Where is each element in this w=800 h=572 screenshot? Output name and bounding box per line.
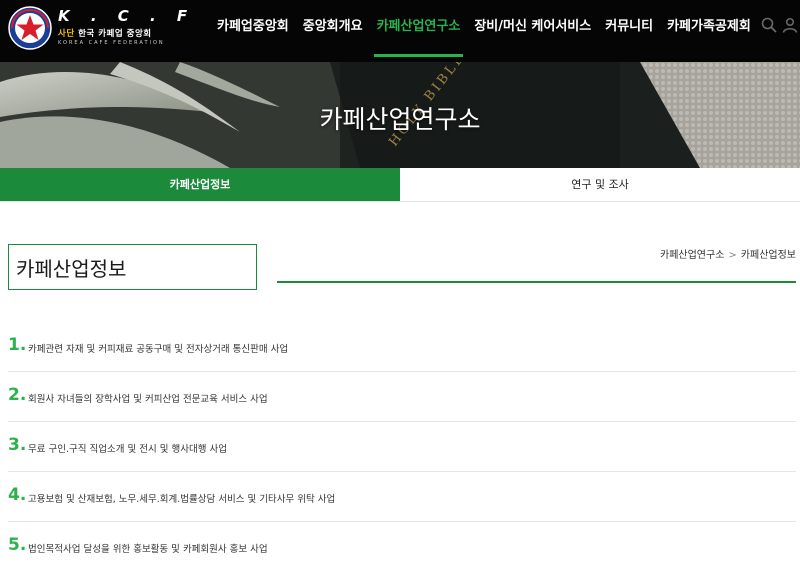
- hero-banner: HOLY BIBLE 카페산업연구소: [0, 62, 800, 168]
- breadcrumb-item-current: 카페산업정보: [740, 250, 796, 261]
- page-title: 카페산업연구소: [319, 105, 481, 134]
- brand-korean-prefix: 사단: [58, 29, 75, 39]
- list-item: 4. 고용보험 및 산재보험, 노무.세무.회계.법률상담 서비스 및 기타사무…: [8, 472, 796, 522]
- breadcrumb-separator: >: [728, 250, 737, 261]
- list-item-text: 무료 구인.구직 직업소개 및 전시 및 행사대행 사업: [28, 444, 227, 455]
- list-item-number: 5.: [8, 535, 27, 555]
- tab-research-and-survey[interactable]: 연구 및 조사: [400, 168, 800, 201]
- section-divider-line: [277, 281, 796, 283]
- nav-item-machine-care-service[interactable]: 장비/머신 케어서비스: [467, 0, 598, 62]
- tab-cafe-industry-info[interactable]: 카페산업정보: [0, 168, 400, 201]
- nav-item-cafe-industry-institute[interactable]: 카페산업연구소: [370, 0, 468, 62]
- brand-acronym: K . C . F: [58, 7, 196, 25]
- business-items-list: 1. 카페관련 자재 및 커피재료 공동구매 및 전자상거래 통신판매 사업 2…: [8, 322, 796, 572]
- list-item-number: 2.: [8, 385, 27, 405]
- list-item-text: 카페관련 자재 및 커피재료 공동구매 및 전자상거래 통신판매 사업: [28, 344, 289, 355]
- top-navigation-bar: K . C . F 사단 한국 카페업 중앙회 KOREA CAFE FEDER…: [0, 0, 800, 62]
- kcf-emblem-logo[interactable]: [8, 6, 52, 50]
- brand-english-name: KOREA CAFE FEDERATION: [58, 40, 165, 46]
- list-item: 2. 회원사 자녀들의 장학사업 및 커피산업 전문교육 서비스 사업: [8, 372, 796, 422]
- user-icon[interactable]: [782, 17, 798, 33]
- nav-item-community[interactable]: 커뮤니티: [598, 0, 660, 62]
- nav-item-federation-overview[interactable]: 중앙회개요: [296, 0, 370, 62]
- brand-korean-name: 한국 카페업 중앙회: [78, 29, 152, 39]
- brand-wordmark[interactable]: K . C . F 사단 한국 카페업 중앙회 KOREA CAFE FEDER…: [58, 8, 195, 46]
- list-item: 5. 법인목적사업 달성을 위한 홍보활동 및 카페회원사 홍보 사업: [8, 522, 796, 572]
- breadcrumb-item-institute[interactable]: 카페산업연구소: [660, 250, 724, 261]
- search-icon[interactable]: [761, 17, 777, 33]
- sub-tab-bar: 카페산업정보 연구 및 조사: [0, 168, 800, 202]
- list-item-text: 고용보험 및 산재보험, 노무.세무.회계.법률상담 서비스 및 기타사무 위탁…: [28, 494, 336, 505]
- section-title-box: 카페산업정보: [8, 244, 257, 290]
- nav-item-cafe-federation[interactable]: 카페업중앙회: [210, 0, 296, 62]
- list-item-number: 3.: [8, 435, 27, 455]
- list-item: 1. 카페관련 자재 및 커피재료 공동구매 및 전자상거래 통신판매 사업: [8, 322, 796, 372]
- section-title: 카페산업정보: [16, 257, 127, 281]
- breadcrumb: 카페산업연구소 > 카페산업정보: [660, 246, 796, 261]
- list-item-number: 4.: [8, 485, 27, 505]
- main-navigation: 카페업중앙회 중앙회개요 카페산업연구소 장비/머신 케어서비스 커뮤니티 카페…: [210, 0, 758, 62]
- list-item-text: 회원사 자녀들의 장학사업 및 커피산업 전문교육 서비스 사업: [28, 394, 268, 405]
- list-item-text: 법인목적사업 달성을 위한 홍보활동 및 카페회원사 홍보 사업: [28, 544, 268, 555]
- list-item: 3. 무료 구인.구직 직업소개 및 전시 및 행사대행 사업: [8, 422, 796, 472]
- nav-item-cafe-family-mutual-aid[interactable]: 카페가족공제회: [660, 0, 758, 62]
- list-item-number: 1.: [8, 335, 27, 355]
